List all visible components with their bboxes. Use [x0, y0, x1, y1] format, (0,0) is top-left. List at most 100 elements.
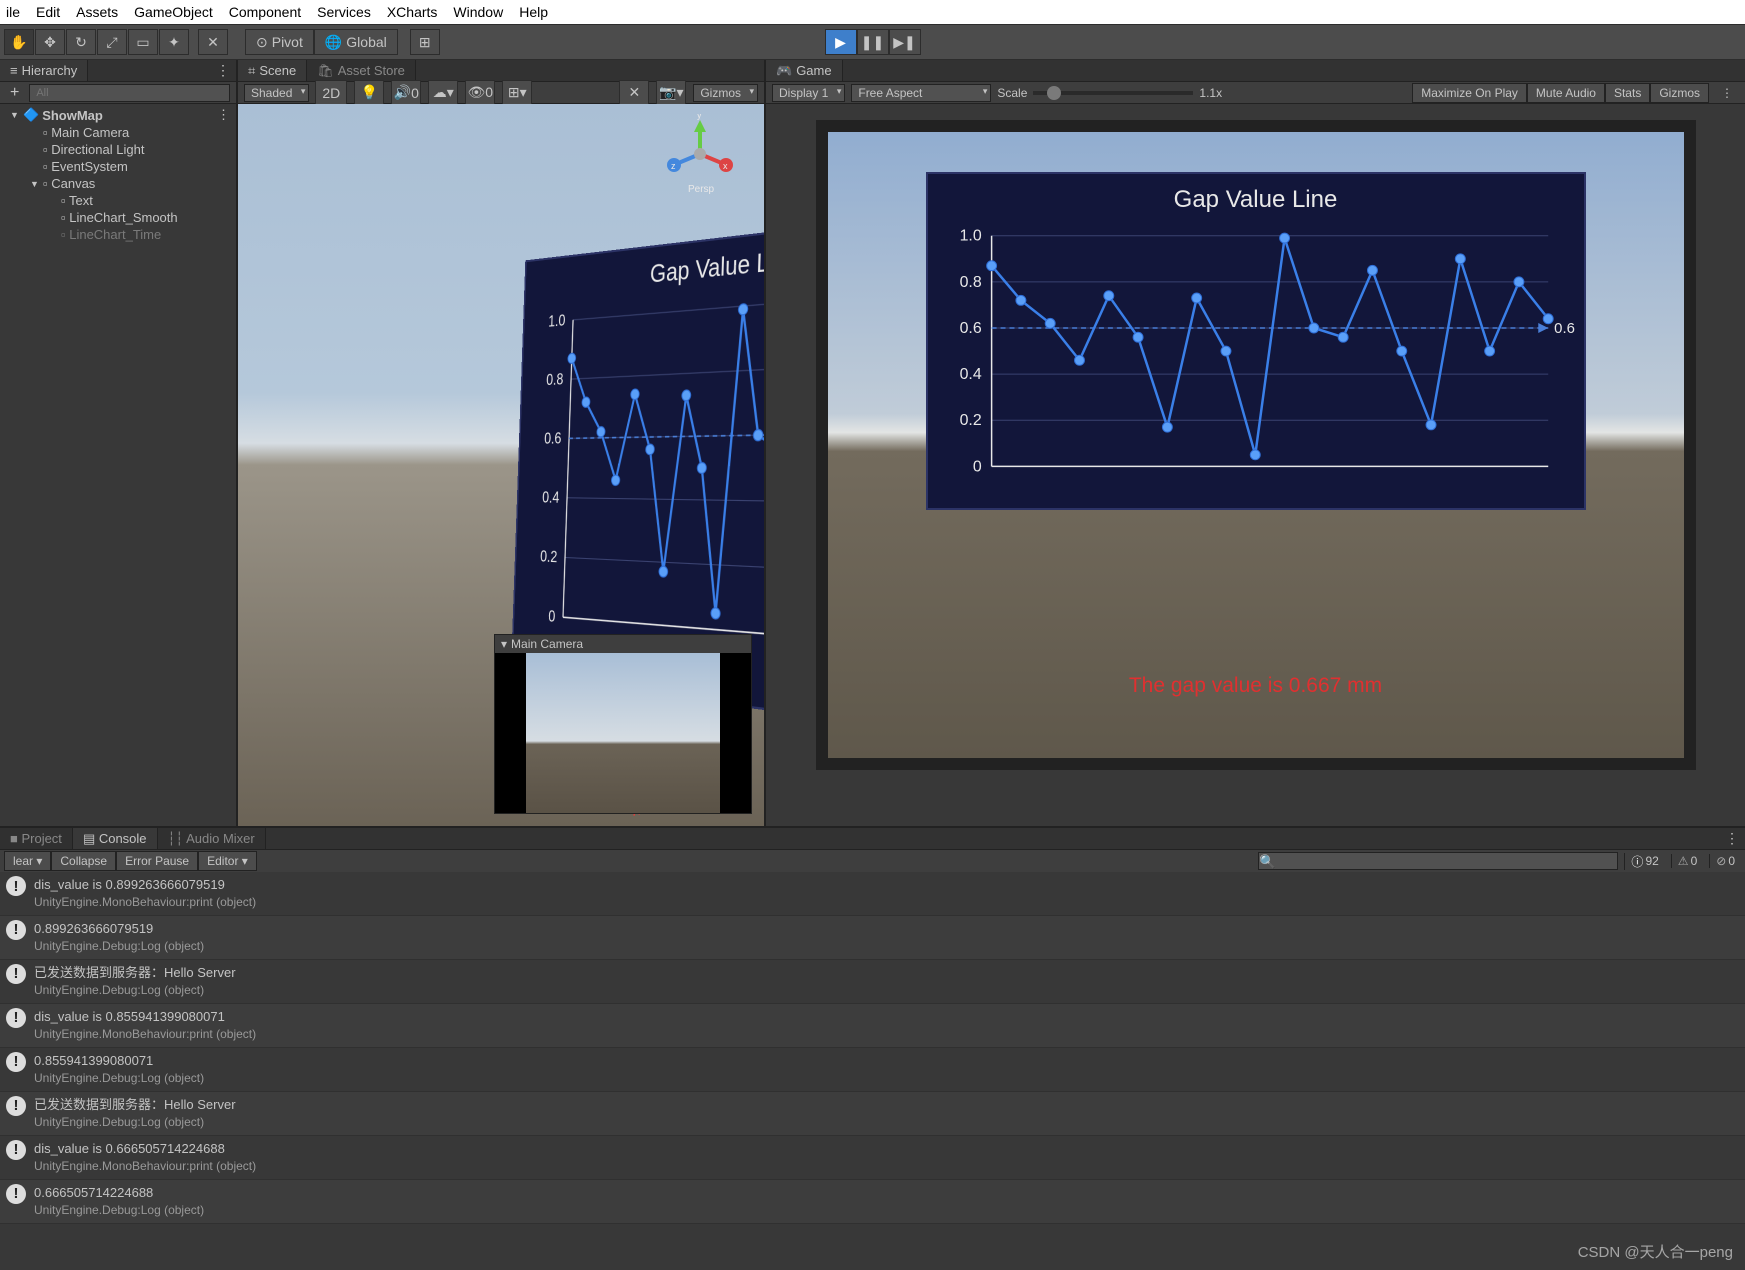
- log-entry[interactable]: ! 0.855941399080071UnityEngine.Debug:Log…: [0, 1048, 1745, 1092]
- panel-menu-icon[interactable]: ⋮: [210, 60, 236, 81]
- 2d-toggle[interactable]: 2D: [315, 80, 347, 106]
- chart-title: Gap Value Line: [928, 174, 1584, 220]
- scale-tool[interactable]: ⤢: [97, 29, 127, 55]
- menu-ile[interactable]: ile: [6, 4, 20, 20]
- main-toolbar: ✋ ✥ ↻ ⤢ ▭ ✦ ✕ ⊙ Pivot 🌐 Global ⊞ ▶ ❚❚ ▶❚: [0, 24, 1745, 60]
- menu-services[interactable]: Services: [317, 4, 371, 20]
- create-button[interactable]: +: [6, 84, 23, 102]
- error-pause-toggle[interactable]: Error Pause: [116, 851, 198, 871]
- menu-edit[interactable]: Edit: [36, 4, 60, 20]
- info-count[interactable]: ⓘ92: [1624, 853, 1664, 870]
- grid-dropdown[interactable]: ⊞▾: [502, 80, 532, 106]
- editor-dropdown[interactable]: Editor ▾: [198, 851, 257, 871]
- aspect-dropdown[interactable]: Free Aspect: [851, 84, 991, 102]
- clear-button[interactable]: lear ▾: [4, 851, 51, 871]
- toggle-mute-audio[interactable]: Mute Audio: [1527, 83, 1605, 103]
- tools-icon[interactable]: ✕: [619, 80, 649, 106]
- hierarchy-tree: ▼🔷 ShowMap⋮▫ Main Camera▫ Directional Li…: [0, 104, 236, 245]
- console-search[interactable]: [1258, 852, 1618, 870]
- tree-item[interactable]: ▫ Main Camera: [0, 124, 236, 141]
- step-button[interactable]: ▶❚: [889, 29, 921, 55]
- tree-item[interactable]: ▫ Directional Light: [0, 141, 236, 158]
- hierarchy-tab[interactable]: ≡ Hierarchy: [0, 60, 88, 81]
- rect-tool[interactable]: ▭: [128, 29, 158, 55]
- tree-item[interactable]: ▫ EventSystem: [0, 158, 236, 175]
- scene-tab[interactable]: ⌗ Scene: [238, 60, 307, 81]
- panel-menu-icon[interactable]: ⋮: [1715, 84, 1739, 102]
- tab-audio-mixer[interactable]: ┆┆ Audio Mixer: [158, 828, 266, 849]
- log-entry[interactable]: ! 0.899263666079519UnityEngine.Debug:Log…: [0, 916, 1745, 960]
- panel-menu-icon[interactable]: ⋮: [1719, 828, 1745, 849]
- game-viewport[interactable]: Gap Value Line 00.20.40.60.81.00.6 The g…: [828, 132, 1684, 758]
- pivot-toggle[interactable]: ⊙ Pivot: [245, 29, 314, 55]
- error-count[interactable]: ⊘0: [1709, 854, 1741, 868]
- menu-window[interactable]: Window: [453, 4, 503, 20]
- svg-text:0.4: 0.4: [959, 366, 981, 383]
- display-dropdown[interactable]: Display 1: [772, 84, 845, 102]
- warn-count[interactable]: ⚠0: [1671, 854, 1703, 868]
- global-toggle[interactable]: 🌐 Global: [314, 29, 398, 55]
- info-icon: !: [6, 1140, 26, 1160]
- tab-project[interactable]: ■ Project: [0, 828, 73, 849]
- log-entry[interactable]: ! 已发送数据到服务器：Hello ServerUnityEngine.Debu…: [0, 1092, 1745, 1136]
- hierarchy-search[interactable]: [29, 84, 230, 102]
- scale-label: Scale: [997, 86, 1027, 100]
- svg-text:x: x: [723, 161, 728, 171]
- svg-text:0.2: 0.2: [959, 412, 981, 429]
- tree-item[interactable]: ▫ LineChart_Time: [0, 226, 236, 243]
- gizmos-dropdown[interactable]: Gizmos: [693, 84, 758, 102]
- scale-slider[interactable]: [1033, 91, 1193, 95]
- camera-icon[interactable]: 📷▾: [656, 80, 686, 106]
- menu-component[interactable]: Component: [229, 4, 301, 20]
- log-entry[interactable]: ! dis_value is 0.666505714224688UnityEng…: [0, 1136, 1745, 1180]
- game-tab[interactable]: 🎮 Game: [766, 60, 843, 81]
- svg-text:1.0: 1.0: [548, 311, 566, 331]
- orientation-gizmo[interactable]: x y z Persp: [660, 114, 740, 194]
- toggle-maximize-on-play[interactable]: Maximize On Play: [1412, 83, 1527, 103]
- scale-value: 1.1x: [1199, 86, 1222, 100]
- watermark: CSDN @天人合一peng: [1578, 1241, 1733, 1262]
- move-tool[interactable]: ✥: [35, 29, 65, 55]
- menu-gameobject[interactable]: GameObject: [134, 4, 213, 20]
- custom-tool[interactable]: ✕: [198, 29, 228, 55]
- asset-store-tab[interactable]: 🛍 Asset Store: [307, 60, 416, 81]
- info-icon: !: [6, 964, 26, 984]
- tab-console[interactable]: ▤ Console: [73, 828, 158, 849]
- toggle-gizmos[interactable]: Gizmos: [1650, 83, 1709, 103]
- log-entry[interactable]: ! dis_value is 0.855941399080071UnityEng…: [0, 1004, 1745, 1048]
- rotate-tool[interactable]: ↻: [66, 29, 96, 55]
- svg-text:0: 0: [548, 606, 556, 625]
- snap-toggle[interactable]: ⊞: [410, 29, 440, 55]
- collapse-toggle[interactable]: Collapse: [51, 851, 116, 871]
- svg-text:y: y: [697, 114, 702, 120]
- svg-text:0.8: 0.8: [959, 274, 981, 291]
- info-icon: !: [6, 1184, 26, 1204]
- tree-item[interactable]: ▼▫ Canvas: [0, 175, 236, 192]
- info-icon: !: [6, 876, 26, 896]
- transform-tool[interactable]: ✦: [159, 29, 189, 55]
- foldout-icon[interactable]: ▾: [501, 637, 507, 651]
- info-icon: !: [6, 1052, 26, 1072]
- toggle-stats[interactable]: Stats: [1605, 83, 1650, 103]
- gap-value-text: The gap value is 0.667 mm: [1129, 674, 1382, 698]
- shading-mode-dropdown[interactable]: Shaded: [244, 84, 309, 102]
- log-entry[interactable]: ! dis_value is 0.899263666079519UnityEng…: [0, 872, 1745, 916]
- log-entry[interactable]: ! 0.666505714224688UnityEngine.Debug:Log…: [0, 1180, 1745, 1224]
- play-button[interactable]: ▶: [825, 29, 857, 55]
- lighting-toggle[interactable]: 💡: [354, 80, 384, 106]
- pause-button[interactable]: ❚❚: [857, 29, 889, 55]
- menu-assets[interactable]: Assets: [76, 4, 118, 20]
- svg-text:Persp: Persp: [688, 184, 715, 194]
- audio-toggle[interactable]: 🔊0: [391, 80, 421, 106]
- hidden-toggle[interactable]: 👁0: [465, 80, 495, 106]
- svg-text:z: z: [671, 161, 676, 171]
- scene-viewport[interactable]: x y z Persp Gap Value Line 00.20.40.60.8…: [238, 104, 764, 826]
- tree-item[interactable]: ▫ Text: [0, 192, 236, 209]
- menu-help[interactable]: Help: [519, 4, 548, 20]
- scene-root[interactable]: ▼🔷 ShowMap⋮: [0, 106, 236, 124]
- tree-item[interactable]: ▫ LineChart_Smooth: [0, 209, 236, 226]
- menu-xcharts[interactable]: XCharts: [387, 4, 438, 20]
- log-entry[interactable]: ! 已发送数据到服务器：Hello ServerUnityEngine.Debu…: [0, 960, 1745, 1004]
- hand-tool[interactable]: ✋: [4, 29, 34, 55]
- fx-toggle[interactable]: ☁▾: [428, 80, 458, 106]
